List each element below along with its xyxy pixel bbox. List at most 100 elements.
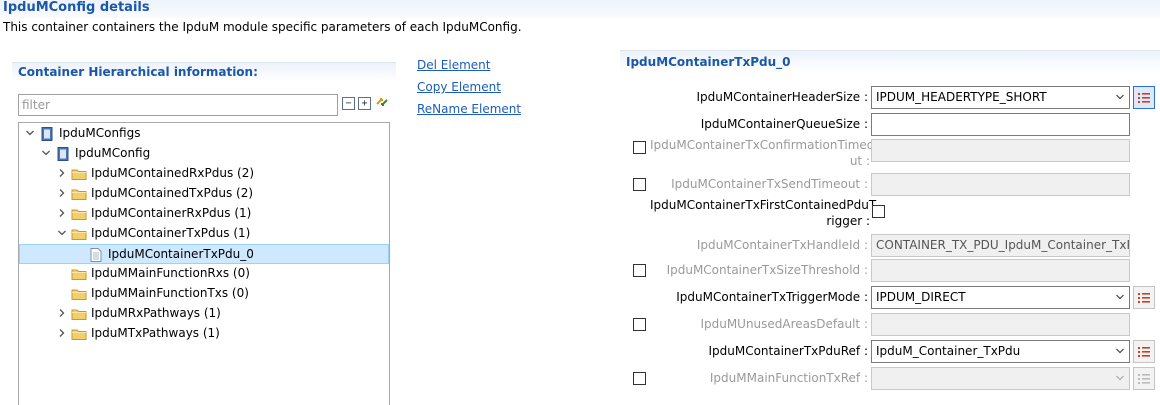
link-sync-icon[interactable] [374,94,390,110]
param-label-line: rigger : [826,214,870,228]
tree-item[interactable]: IpduMConfig [19,144,389,164]
param-select [871,367,1130,390]
param-select[interactable]: IpduM_Container_TxPdu [871,340,1130,363]
tree-item[interactable]: IpduMMainFunctionRxs (0) [19,264,389,284]
tree-item-label: IpduMContainedRxPdus (2) [91,166,255,180]
chevron-down-icon [1116,94,1124,100]
hierarchy-header: Container Hierarchical information: [12,62,396,82]
param-select[interactable]: IPDUM_DIRECT [871,286,1130,309]
param-input[interactable] [871,113,1130,136]
chevron-down-icon [1116,375,1124,381]
rename-element-link[interactable]: ReName Element [417,102,521,116]
collapse-all-icon: − [345,98,352,109]
param-label-line: IpduMContainerTxFirstContainedPduT [650,198,877,212]
param-label: IpduMUnusedAreasDefault : [700,317,868,331]
tree-item[interactable]: IpduMContainerRxPdus (1) [19,204,389,224]
param-label-line: IpduMContainerTxConfirmationTimeo [650,138,875,152]
tree-item[interactable]: IpduMContainerTxPdu_0 [19,244,389,264]
param-label: IpduMContainerTxSendTimeout : [671,177,868,191]
param-enable-checkbox[interactable] [633,318,646,331]
param-value: CONTAINER_TX_PDU_IpduM_Container_TxP [876,238,1130,252]
folder-icon [71,189,87,200]
param-input [871,313,1130,336]
filter-input[interactable] [18,94,338,116]
tree-item[interactable]: IpduMConfigs [19,124,389,144]
module-icon [57,147,69,161]
param-label: IpduMContainerTxSizeThreshold : [666,263,868,277]
folder-icon [71,309,87,320]
collapse-all-button[interactable]: − [342,97,355,110]
param-input [871,259,1130,282]
param-label: IpduMContainerQueueSize : [700,117,868,131]
chevron-right-icon[interactable] [57,188,67,198]
tree-item-label: IpduMContainerTxPdus (1) [91,226,251,240]
folder-icon [71,289,87,300]
param-value: IPDUM_DIRECT [876,290,966,304]
list-select-button[interactable] [1133,86,1155,109]
param-enable-checkbox[interactable] [633,264,646,277]
expand-all-icon: + [361,98,368,109]
tree-item[interactable]: IpduMContainedTxPdus (2) [19,184,389,204]
param-value: IpduM_Container_TxPdu [876,344,1021,358]
param-label: IpduMContainerHeaderSize : [696,90,868,104]
folder-icon [71,269,87,280]
tree-item-label: IpduMMainFunctionRxs (0) [91,266,250,280]
expand-all-button[interactable]: + [358,97,371,110]
param-input [871,173,1130,196]
param-label: IpduMContainerTxHandleId : [696,238,868,252]
page-description: This container containers the IpduM modu… [3,20,522,34]
tree-item-label: IpduMContainerTxPdu_0 [108,247,254,261]
tree-item[interactable]: IpduMRxPathways (1) [19,304,389,324]
del-element-link[interactable]: Del Element [417,58,490,72]
param-label: IpduMContainerTxTriggerMode : [676,290,868,304]
list-select-button[interactable] [1133,340,1155,363]
title-bar [0,0,1160,18]
param-value-checkbox[interactable] [872,205,885,218]
chevron-right-icon[interactable] [57,328,67,338]
param-enable-checkbox[interactable] [633,141,646,154]
chevron-right-icon[interactable] [57,208,67,218]
chevron-down-icon[interactable] [57,228,67,238]
parameters-header: IpduMContainerTxPdu_0 [620,50,1160,72]
param-label: IpduMContainerTxPduRef : [708,344,868,358]
parameters-title: IpduMContainerTxPdu_0 [626,55,791,69]
param-value: IPDUM_HEADERTYPE_SHORT [876,90,1047,104]
folder-icon [71,329,87,340]
tree-item[interactable]: IpduMTxPathways (1) [19,324,389,344]
tree-item-label: IpduMConfig [75,146,151,160]
param-label: IpduMContainerTxFirstContainedPduT rigger… [650,197,877,229]
tree-item[interactable]: IpduMMainFunctionTxs (0) [19,284,389,304]
tree-item-label: IpduMMainFunctionTxs (0) [91,286,249,300]
chevron-down-icon [1116,348,1124,354]
param-label-line: ut : [849,154,870,168]
list-select-button[interactable] [1133,286,1155,309]
tree-item-label: IpduMTxPathways (1) [91,326,220,340]
document-icon [90,248,102,262]
hierarchy-tree: IpduMConfigs IpduMConfig IpduMContainedRxP… [18,122,390,405]
tree-item[interactable]: IpduMContainedRxPdus (2) [19,164,389,184]
chevron-down-icon[interactable] [41,148,51,158]
module-icon [41,127,53,141]
folder-icon [71,209,87,220]
tree-item-label: IpduMContainedTxPdus (2) [91,186,254,200]
chevron-right-icon[interactable] [57,168,67,178]
param-select[interactable]: IPDUM_HEADERTYPE_SHORT [871,86,1130,109]
param-label: IpduMMainFunctionTxRef : [709,371,868,385]
folder-icon [71,169,87,180]
tree-item-label: IpduMContainerRxPdus (1) [91,206,252,220]
chevron-right-icon[interactable] [57,308,67,318]
list-select-button [1133,367,1155,390]
param-enable-checkbox[interactable] [633,178,646,191]
tree-item[interactable]: IpduMContainerTxPdus (1) [19,224,389,244]
copy-element-link[interactable]: Copy Element [417,80,501,94]
list-icon [1138,347,1150,357]
tree-item-label: IpduMConfigs [59,126,141,140]
list-icon [1138,374,1150,384]
list-icon [1138,293,1150,303]
param-enable-checkbox[interactable] [633,372,646,385]
param-input: CONTAINER_TX_PDU_IpduM_Container_TxP [871,234,1130,257]
list-icon [1138,93,1150,103]
tree-item-label: IpduMRxPathways (1) [91,306,221,320]
page-title: IpduMConfig details [3,0,150,15]
chevron-down-icon[interactable] [25,128,35,138]
